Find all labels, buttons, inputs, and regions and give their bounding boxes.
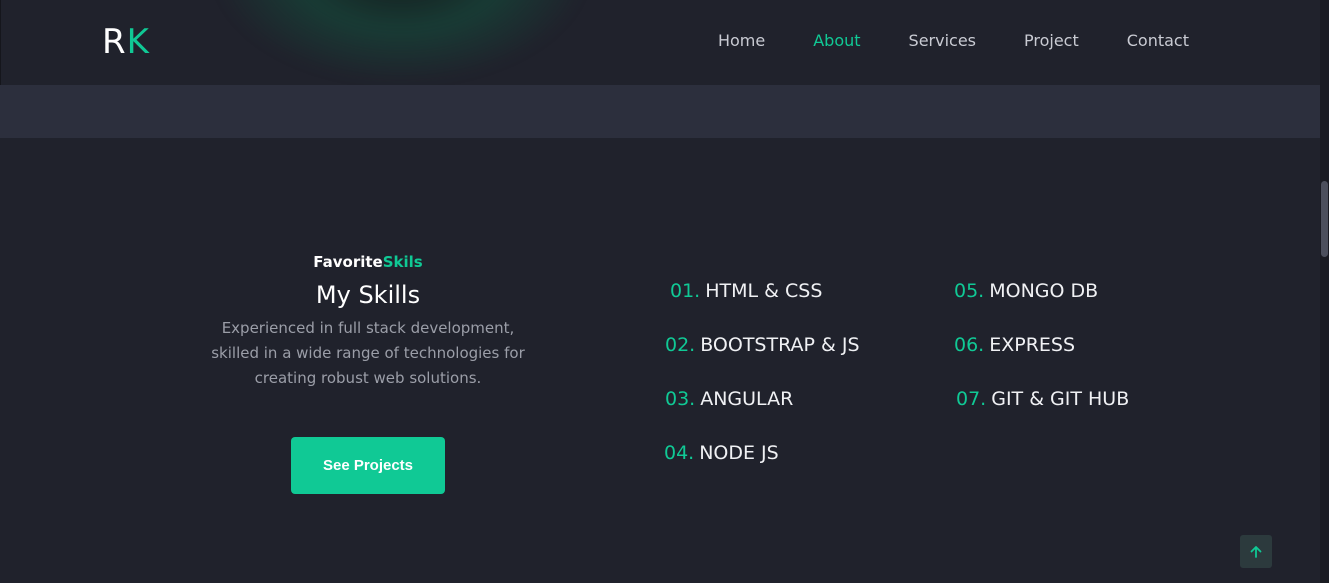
nav-contact[interactable]: Contact bbox=[1127, 31, 1189, 51]
logo-letter-r: R bbox=[102, 22, 127, 62]
skill-name: HTML & CSS bbox=[705, 280, 823, 302]
scrollbar-thumb[interactable] bbox=[1321, 181, 1328, 257]
header-glow bbox=[216, 0, 586, 80]
subtitle-white: Favorite bbox=[313, 253, 383, 271]
skill-item: 01. HTML & CSS bbox=[670, 279, 822, 303]
section-description: Experienced in full stack development, s… bbox=[211, 319, 525, 387]
skills-intro: FavoriteSkils My Skills Experienced in f… bbox=[168, 250, 568, 494]
scroll-to-top-button[interactable] bbox=[1240, 535, 1272, 568]
skill-number: 07. bbox=[956, 388, 987, 410]
logo-letter-k: K bbox=[126, 22, 150, 62]
skill-item: 04. NODE JS bbox=[664, 441, 779, 465]
skill-name: MONGO DB bbox=[989, 280, 1099, 302]
skill-number: 05. bbox=[954, 280, 985, 302]
subtitle-green: Skils bbox=[382, 253, 423, 271]
skill-number: 04. bbox=[664, 442, 695, 464]
main-nav: Home About Services Project Contact bbox=[718, 31, 1189, 51]
nav-home[interactable]: Home bbox=[718, 31, 765, 51]
section-title: My Skills bbox=[315, 281, 421, 309]
skill-item: 03. ANGULAR bbox=[665, 387, 793, 411]
skill-name: GIT & GIT HUB bbox=[991, 388, 1130, 410]
skill-item: 02. BOOTSTRAP & JS bbox=[665, 333, 860, 357]
skill-number: 02. bbox=[665, 334, 696, 356]
nav-about[interactable]: About bbox=[813, 31, 860, 51]
skill-name: NODE JS bbox=[699, 442, 779, 464]
see-projects-button[interactable]: See Projects bbox=[291, 437, 445, 494]
skill-item: 07. GIT & GIT HUB bbox=[956, 387, 1129, 411]
skill-item: 06. EXPRESS bbox=[954, 333, 1075, 357]
skill-number: 01. bbox=[670, 280, 701, 302]
site-header: RK Home About Services Project Contact bbox=[0, 0, 1320, 85]
logo[interactable]: RK bbox=[102, 22, 150, 62]
skill-number: 03. bbox=[665, 388, 696, 410]
skill-number: 06. bbox=[954, 334, 985, 356]
nav-services[interactable]: Services bbox=[909, 31, 976, 51]
divider-band bbox=[0, 85, 1320, 138]
nav-project[interactable]: Project bbox=[1024, 31, 1079, 51]
page: RK Home About Services Project Contact F… bbox=[0, 0, 1320, 583]
page-scrollbar[interactable] bbox=[1320, 0, 1329, 583]
skill-name: EXPRESS bbox=[989, 334, 1076, 356]
section-subtitle: FavoriteSkils bbox=[168, 250, 568, 274]
skill-name: BOOTSTRAP & JS bbox=[700, 334, 860, 356]
skill-item: 05. MONGO DB bbox=[954, 279, 1098, 303]
arrow-up-icon bbox=[1250, 545, 1262, 558]
skill-name: ANGULAR bbox=[700, 388, 794, 410]
